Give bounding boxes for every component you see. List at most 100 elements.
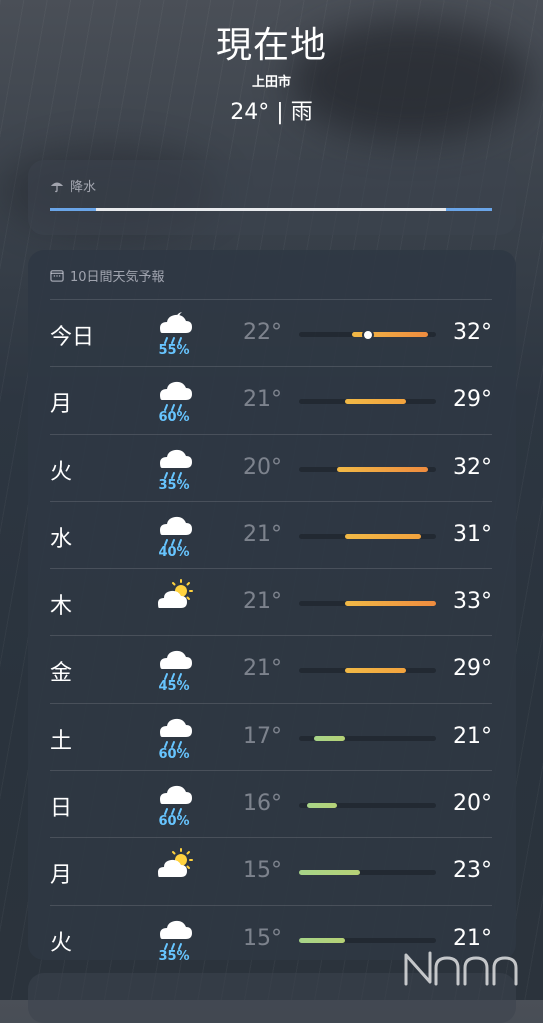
cloud-rain-icon — [152, 779, 196, 816]
weather-condition: 60% — [152, 375, 196, 427]
forecast-day: 木 — [50, 594, 73, 620]
precipitation-chance: 55% — [158, 343, 190, 358]
high-temperature: 32° — [453, 454, 492, 480]
forecast-row[interactable]: 土 60% 17° 21° — [50, 702, 492, 770]
forecast-day: 月 — [50, 863, 73, 889]
partly-sunny-icon — [152, 577, 196, 613]
low-temperature: 20° — [243, 454, 282, 480]
temperature-range-bar — [344, 399, 406, 405]
temperature-range-track — [299, 399, 436, 405]
low-temperature: 16° — [243, 791, 282, 817]
temperature-range-bar — [314, 735, 345, 741]
current-temperature-dot — [363, 330, 372, 339]
cloud-rain-icon — [152, 375, 196, 412]
temperature-range-track — [299, 466, 436, 472]
current-temperature-condition: 24° | 雨 — [230, 100, 313, 125]
high-temperature: 20° — [453, 791, 492, 817]
ten-day-forecast-card[interactable]: 10日間天気予報 今日 55% 22° 32° 月 60% 21° 29° 火 35% 20° 32°… — [28, 250, 516, 964]
precipitation-title: 降水 — [70, 180, 97, 195]
cloud-rain-icon — [152, 712, 196, 748]
cloud-rain-icon — [152, 644, 196, 681]
forecast-day: 火 — [50, 459, 73, 485]
precipitation-card[interactable]: 降水 — [28, 160, 516, 235]
forecast-list: 今日 55% 22° 32° 月 60% 21° 29° 火 35% 20° 32° 水 40% 21° 31… — [50, 299, 492, 972]
temperature-range-bar — [299, 870, 360, 876]
cloud-rain-icon — [152, 510, 196, 546]
umbrella-icon — [50, 182, 64, 192]
high-temperature: 31° — [453, 521, 492, 547]
forecast-title-row: 10日間天気予報 — [50, 266, 165, 285]
precipitation-map-strip — [50, 208, 492, 211]
cloud-rain-icon — [152, 914, 196, 950]
weather-condition — [152, 577, 196, 629]
forecast-row[interactable]: 日 60% 16° 20° — [50, 770, 492, 837]
high-temperature: 21° — [453, 723, 492, 749]
high-temperature: 33° — [453, 589, 492, 615]
temperature-range-track — [299, 870, 436, 876]
forecast-row[interactable]: 金 45% 21° 29° — [50, 635, 492, 702]
watermark-logo — [404, 951, 518, 986]
temperature-range-bar — [344, 601, 436, 607]
temperature-range-track — [299, 533, 436, 539]
precipitation-chance: 35% — [158, 948, 190, 964]
weather-condition: 40% — [152, 510, 196, 562]
forecast-day: 日 — [50, 796, 73, 822]
forecast-row[interactable]: 火 35% 20° 32° — [50, 433, 492, 501]
temperature-range-track — [299, 330, 436, 339]
low-temperature: 21° — [243, 589, 282, 615]
precipitation-chance: 60% — [158, 814, 190, 830]
forecast-row[interactable]: 月 15° 23° — [50, 837, 492, 904]
temperature-range-track — [299, 937, 436, 943]
precipitation-chance: 35% — [158, 477, 190, 493]
low-temperature: 21° — [243, 387, 282, 413]
weather-condition: 45% — [152, 644, 196, 696]
cloud-moon-rain-icon — [152, 308, 196, 344]
temperature-range-track — [299, 668, 436, 674]
high-temperature: 29° — [453, 387, 492, 413]
temperature-range-bar — [344, 533, 421, 539]
precipitation-chance: 60% — [158, 410, 190, 426]
temperature-range-bar — [306, 803, 338, 809]
weather-condition: 35% — [152, 443, 196, 495]
low-temperature: 21° — [243, 656, 282, 682]
forecast-day: 今日 — [50, 325, 95, 350]
forecast-row[interactable]: 今日 55% 22° 32° — [50, 299, 492, 366]
high-temperature: 32° — [453, 320, 492, 345]
forecast-day: 水 — [50, 526, 73, 552]
temperature-range-track — [299, 803, 436, 809]
high-temperature: 23° — [453, 858, 492, 884]
weather-condition — [152, 846, 196, 898]
cloud-rain-icon — [152, 443, 196, 479]
forecast-day: 火 — [50, 930, 73, 956]
low-temperature: 22° — [243, 320, 282, 345]
weather-condition: 60% — [152, 712, 196, 764]
weather-condition: 35% — [152, 914, 196, 966]
temperature-range-bar — [337, 466, 429, 472]
weather-header: 現在地 上田市 24° | 雨 — [0, 0, 543, 126]
forecast-day: 金 — [50, 661, 73, 687]
temperature-range-track — [299, 735, 436, 741]
low-temperature: 15° — [243, 925, 282, 951]
forecast-row[interactable]: 木 21° 33° — [50, 568, 492, 635]
temperature-range-bar — [299, 937, 345, 943]
precipitation-chance: 45% — [158, 679, 190, 695]
forecast-row[interactable]: 月 60% 21° 29° — [50, 366, 492, 433]
forecast-title: 10日間天気予報 — [70, 270, 165, 285]
temperature-range-track — [299, 601, 436, 607]
low-temperature: 17° — [243, 723, 282, 749]
city-name: 上田市 — [251, 75, 291, 90]
weather-condition: 55% — [152, 308, 196, 360]
precipitation-chance: 40% — [158, 544, 190, 560]
low-temperature: 21° — [243, 521, 282, 547]
forecast-day: 月 — [50, 392, 73, 418]
low-temperature: 15° — [243, 858, 282, 884]
partly-sunny-icon — [152, 846, 196, 882]
location-title: 現在地 — [215, 25, 327, 66]
forecast-day: 土 — [50, 728, 73, 754]
temperature-range-bar — [344, 668, 406, 674]
forecast-row[interactable]: 水 40% 21° 31° — [50, 500, 492, 568]
high-temperature: 29° — [453, 656, 492, 682]
precipitation-chance: 60% — [158, 746, 190, 762]
calendar-icon — [50, 270, 64, 282]
precipitation-title-row: 降水 — [50, 176, 96, 195]
